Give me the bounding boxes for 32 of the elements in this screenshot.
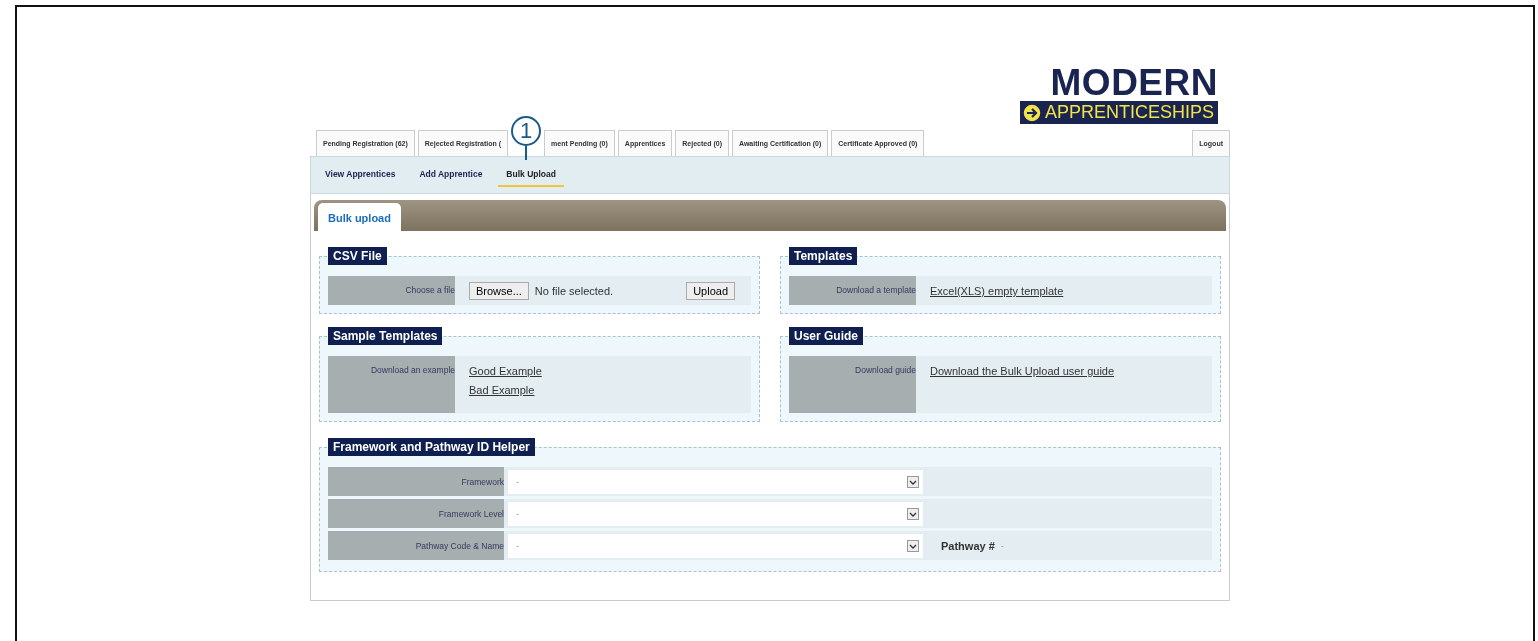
section-title: Framework and Pathway ID Helper [328,438,535,456]
caret-icon [907,474,919,489]
leader-line [525,146,528,160]
example-link[interactable]: Bad Example [469,384,535,396]
subnav-link[interactable]: View Apprentices [317,163,404,187]
download-link[interactable]: Excel(XLS) empty template [930,285,1064,297]
field-label: Framework Level [328,499,504,528]
upload-button[interactable]: Upload [686,281,735,300]
pathway-label: Pathway # [941,539,995,552]
pathway-value: - [1000,540,1004,551]
browse-button[interactable]: Browse... [469,281,529,300]
field-label: Download a template [789,276,916,305]
caret-icon [907,506,919,521]
example-link[interactable]: Good Example [469,365,542,377]
field-label: Framework [328,467,504,496]
section-title: CSV File [328,247,387,265]
field-label: Choose a file [328,276,455,305]
field-label: Download an example [328,356,455,413]
file-status: No file selected. [534,284,614,297]
field-label: Pathway Code & Name [328,531,504,560]
caret-icon [907,538,919,553]
subnav-link[interactable]: Add Apprentice [411,163,491,187]
subnav-link[interactable]: Bulk Upload [498,163,564,187]
section-title: Sample Templates [328,327,443,345]
guide-link[interactable]: Download the Bulk Upload user guide [930,365,1115,377]
section-title: User Guide [789,327,864,345]
arrow-circle-icon [1021,102,1042,123]
section-title: Templates [789,247,858,265]
panel-tab[interactable]: Bulk upload [318,203,401,231]
field-label: Download guide [789,356,916,413]
callout-number: 1 [511,116,542,146]
logo: MODERN APPRENTICESHIPS [1019,67,1218,124]
